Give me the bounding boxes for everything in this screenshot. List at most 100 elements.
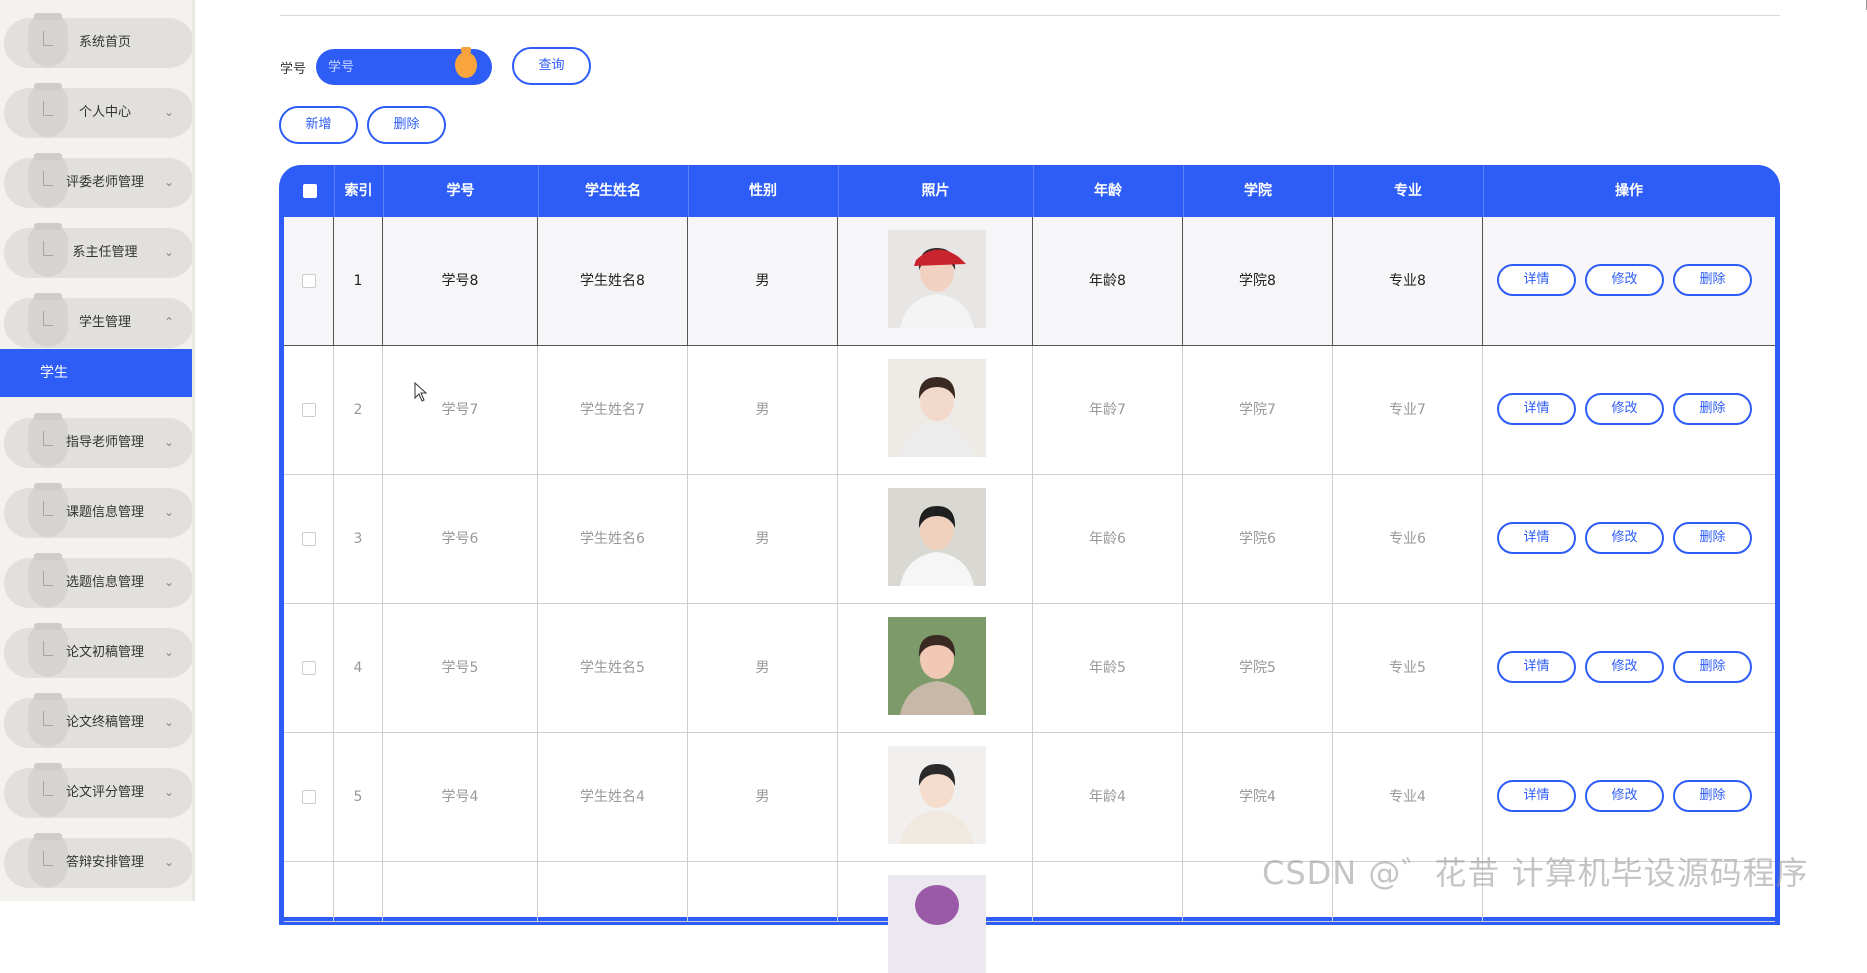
top-divider bbox=[280, 15, 1780, 16]
cell-name: 学生姓名7 bbox=[538, 346, 688, 475]
batch-delete-button[interactable]: 删除 bbox=[367, 106, 446, 144]
sidebar-item-10[interactable]: 论文评分管理 ⌄ bbox=[4, 763, 194, 818]
student-photo bbox=[888, 488, 986, 586]
search-label: 学号 bbox=[280, 62, 307, 77]
table-row: 1 学号8 学生姓名8 男年龄8 学院8 专业8 详情 修改 删除 bbox=[284, 217, 1775, 346]
cell-age: 年龄5 bbox=[1033, 604, 1183, 733]
student-photo bbox=[888, 875, 986, 973]
detail-button[interactable]: 详情 bbox=[1497, 651, 1576, 683]
cell-index: 3 bbox=[334, 475, 383, 604]
cell-major: 专业8 bbox=[1333, 217, 1483, 346]
select-all-cell bbox=[284, 165, 335, 217]
photo-cell bbox=[838, 475, 1033, 604]
sidebar-item-11[interactable]: 答辩安排管理 ⌄ bbox=[4, 833, 194, 888]
cell-name: 学生姓名8 bbox=[538, 217, 688, 346]
sidebar-item-6[interactable]: 课题信息管理 ⌄ bbox=[4, 483, 194, 538]
column-header-0[interactable]: 索引 bbox=[334, 165, 384, 217]
partial-cell bbox=[284, 862, 334, 922]
cell-student_no: 学号6 bbox=[383, 475, 538, 604]
photo-cell bbox=[838, 217, 1033, 346]
delete-button[interactable]: 删除 bbox=[1673, 651, 1752, 683]
column-header-7[interactable]: 专业 bbox=[1333, 165, 1484, 217]
partial-cell bbox=[538, 862, 688, 922]
cell-gender: 男 bbox=[688, 733, 838, 862]
sidebar: 系统首页个人中心 ⌄ 评委老师管理 ⌄ 系主任管理 ⌄ 学生管理 ⌃ 指导老师管理 ⌄ 课题信息管理… bbox=[0, 0, 195, 901]
cell-major: 专业7 bbox=[1333, 346, 1483, 475]
column-header-4[interactable]: 照片 bbox=[838, 165, 1034, 217]
query-button[interactable]: 查询 bbox=[512, 47, 591, 85]
student-photo bbox=[888, 617, 986, 715]
row-select-cell bbox=[284, 733, 334, 862]
sidebar-item-7[interactable]: 选题信息管理 ⌄ bbox=[4, 553, 194, 608]
sidebar-item-label: 指导老师管理 bbox=[65, 435, 144, 450]
cell-gender: 男 bbox=[688, 346, 838, 475]
edit-button[interactable]: 修改 bbox=[1585, 522, 1664, 554]
row-checkbox[interactable] bbox=[302, 532, 316, 546]
student-photo bbox=[888, 746, 986, 844]
sidebar-item-5[interactable]: 指导老师管理 ⌄ bbox=[4, 413, 194, 468]
cell-gender: 男 bbox=[688, 475, 838, 604]
sidebar-item-label: 论文评分管理 bbox=[65, 785, 144, 800]
sidebar-item-label: 论文初稿管理 bbox=[65, 645, 144, 660]
chevron-icon: ⌄ bbox=[163, 175, 174, 189]
column-header-5[interactable]: 年龄 bbox=[1033, 165, 1184, 217]
sidebar-item-3[interactable]: 系主任管理 ⌄ bbox=[4, 223, 194, 278]
sidebar-item-1[interactable]: 个人中心 ⌄ bbox=[4, 83, 194, 138]
cell-student_no: 学号7 bbox=[383, 346, 538, 475]
cell-age: 年龄8 bbox=[1033, 217, 1183, 346]
sidebar-item-label: 论文终稿管理 bbox=[65, 715, 144, 730]
chevron-icon: ⌄ bbox=[163, 435, 174, 449]
add-button[interactable]: 新增 bbox=[279, 106, 358, 144]
sidebar-subitem-student[interactable]: 学生 bbox=[0, 349, 195, 397]
cell-age: 年龄7 bbox=[1033, 346, 1183, 475]
row-checkbox[interactable] bbox=[302, 403, 316, 417]
delete-button[interactable]: 删除 bbox=[1673, 264, 1752, 296]
chevron-icon: ⌄ bbox=[163, 575, 174, 589]
table-row: 2 学号7 学生姓名7 男年龄7 学院7 专业7 详情 修改 删除 bbox=[284, 346, 1775, 475]
column-header-8[interactable]: 操作 bbox=[1483, 165, 1775, 217]
edit-button[interactable]: 修改 bbox=[1585, 651, 1664, 683]
detail-button[interactable]: 详情 bbox=[1497, 393, 1576, 425]
cell-major: 专业5 bbox=[1333, 604, 1483, 733]
cell-college: 学院4 bbox=[1183, 733, 1333, 862]
delete-button[interactable]: 删除 bbox=[1673, 522, 1752, 554]
row-checkbox[interactable] bbox=[302, 661, 316, 675]
sidebar-item-8[interactable]: 论文初稿管理 ⌄ bbox=[4, 623, 194, 678]
detail-button[interactable]: 详情 bbox=[1497, 264, 1576, 296]
delete-button[interactable]: 删除 bbox=[1673, 393, 1752, 425]
column-header-3[interactable]: 性别 bbox=[688, 165, 839, 217]
row-checkbox[interactable] bbox=[302, 790, 316, 804]
photo-cell bbox=[838, 346, 1033, 475]
photo-cell bbox=[838, 733, 1033, 862]
partial-cell bbox=[1033, 862, 1183, 922]
detail-button[interactable]: 详情 bbox=[1497, 522, 1576, 554]
table-row: 4 学号5 学生姓名5 男年龄5 学院5 专业5 详情 修改 删除 bbox=[284, 604, 1775, 733]
table-row: 3 学号6 学生姓名6 男年龄6 学院6 专业6 详情 修改 删除 bbox=[284, 475, 1775, 604]
edit-button[interactable]: 修改 bbox=[1585, 393, 1664, 425]
edit-button[interactable]: 修改 bbox=[1585, 780, 1664, 812]
edit-button[interactable]: 修改 bbox=[1585, 264, 1664, 296]
delete-button[interactable]: 删除 bbox=[1673, 780, 1752, 812]
cell-college: 学院8 bbox=[1183, 217, 1333, 346]
column-header-2[interactable]: 学生姓名 bbox=[538, 165, 689, 217]
column-header-6[interactable]: 学院 bbox=[1183, 165, 1334, 217]
column-header-1[interactable]: 学号 bbox=[383, 165, 539, 217]
cell-name: 学生姓名6 bbox=[538, 475, 688, 604]
actions-cell: 详情 修改 删除 bbox=[1483, 733, 1775, 862]
sidebar-item-2[interactable]: 评委老师管理 ⌄ bbox=[4, 153, 194, 208]
partial-cell bbox=[334, 862, 383, 922]
sidebar-item-label: 选题信息管理 bbox=[65, 575, 144, 590]
detail-button[interactable]: 详情 bbox=[1497, 780, 1576, 812]
sidebar-item-label: 评委老师管理 bbox=[65, 175, 144, 190]
cell-age: 年龄4 bbox=[1033, 733, 1183, 862]
table-row: 5 学号4 学生姓名4 男年龄4 学院4 专业4 详情 修改 删除 bbox=[284, 733, 1775, 862]
select-all-checkbox[interactable] bbox=[303, 184, 317, 198]
cell-student_no: 学号8 bbox=[383, 217, 538, 346]
cell-index: 5 bbox=[334, 733, 383, 862]
sidebar-item-4[interactable]: 学生管理 ⌃ bbox=[4, 293, 194, 348]
sidebar-item-9[interactable]: 论文终稿管理 ⌄ bbox=[4, 693, 194, 748]
row-checkbox[interactable] bbox=[302, 274, 316, 288]
cell-major: 专业4 bbox=[1333, 733, 1483, 862]
sidebar-item-label: 答辩安排管理 bbox=[65, 855, 144, 870]
sidebar-item-0[interactable]: 系统首页 bbox=[4, 13, 194, 68]
